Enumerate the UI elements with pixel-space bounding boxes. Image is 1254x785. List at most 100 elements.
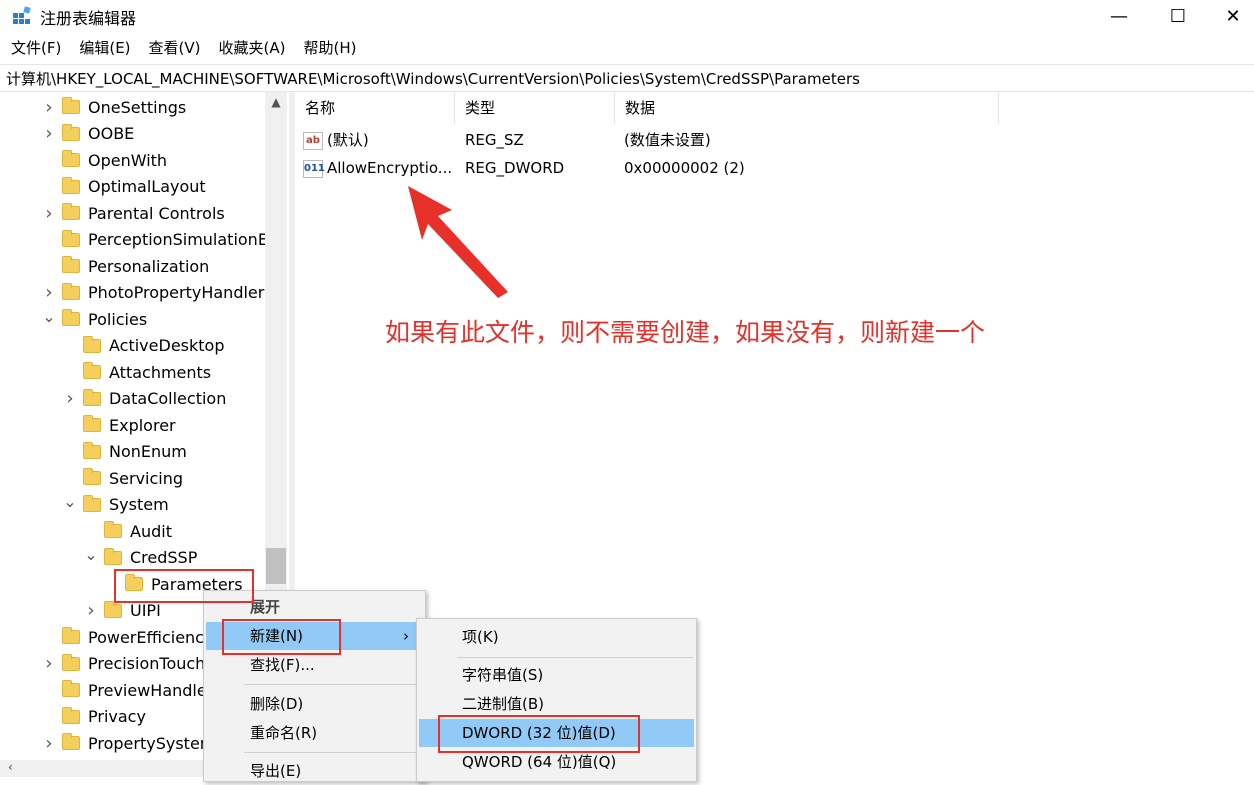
tree-item-policies[interactable]: ⌄ Policies	[42, 306, 147, 332]
menu-item-binary-value[interactable]: 二进制值(B)	[417, 690, 696, 718]
tree-item-perceptionsimulationex[interactable]: PerceptionSimulationEx	[42, 227, 277, 253]
tree-item-powerefficiency[interactable]: PowerEfficiency	[42, 624, 213, 650]
tree-item-audit[interactable]: Audit	[84, 518, 172, 544]
chevron-down-icon[interactable]: ⌄	[42, 307, 56, 326]
tree-item-previewhandler[interactable]: PreviewHandler	[42, 677, 213, 703]
value-type: REG_SZ	[465, 131, 524, 149]
chevron-right-icon[interactable]: ›	[42, 123, 56, 144]
chevron-right-icon[interactable]: ›	[84, 600, 98, 621]
menu-item-rename[interactable]: 重命名(R)	[204, 719, 425, 747]
menu-bar: 文件(F) 编辑(E) 查看(V) 收藏夹(A) 帮助(H)	[0, 36, 1254, 60]
tree-item-label: OpenWith	[88, 150, 168, 170]
tree-item-servicing[interactable]: Servicing	[63, 465, 183, 491]
tree-item-credssp[interactable]: ⌄ CredSSP	[84, 545, 197, 571]
menu-item-export[interactable]: 导出(E)	[204, 757, 425, 785]
folder-icon	[83, 441, 101, 459]
tree-item-label: Audit	[130, 521, 172, 541]
tree-item-openwith[interactable]: OpenWith	[42, 147, 167, 173]
chevron-right-icon[interactable]: ›	[42, 653, 56, 674]
folder-icon	[62, 203, 80, 220]
chevron-down-icon[interactable]: ⌄	[63, 492, 77, 511]
tree-item-label: PowerEfficiency	[88, 627, 214, 647]
folder-icon	[62, 733, 80, 750]
tree-item-label: PreviewHandler	[88, 680, 214, 700]
chevron-right-icon[interactable]: ›	[63, 388, 77, 409]
address-bar[interactable]: 计算机\HKEY_LOCAL_MACHINE\SOFTWARE\Microsof…	[0, 64, 1254, 92]
new-submenu: 项(K) 字符串值(S) 二进制值(B) DWORD (32 位)值(D) QW…	[416, 618, 697, 782]
tree-item-nonenum[interactable]: NonEnum	[63, 439, 187, 465]
menu-help[interactable]: 帮助(H)	[294, 36, 365, 60]
close-button[interactable]: ✕	[1210, 0, 1254, 32]
tree-item-datacollection[interactable]: › DataCollection	[63, 386, 226, 412]
folder-icon	[104, 600, 122, 618]
scroll-up-arrow-icon[interactable]: ▲	[266, 95, 286, 113]
highlight-box-parameters	[114, 569, 254, 603]
tree-item-label: Explorer	[109, 415, 176, 435]
folder-icon	[83, 388, 101, 406]
title-bar: 注册表编辑器 — ☐ ✕	[0, 0, 1254, 32]
tree-item-system[interactable]: ⌄ System	[63, 492, 168, 518]
tree-item-label: Personalization	[88, 256, 210, 276]
chevron-down-icon[interactable]: ⌄	[84, 545, 98, 564]
tree-item-photopropertyhandler[interactable]: › PhotoPropertyHandler	[42, 280, 264, 306]
chevron-right-icon[interactable]: ›	[42, 733, 56, 754]
scroll-left-arrow-icon[interactable]: ‹	[8, 760, 13, 774]
tree-item-label: PerceptionSimulationEx	[88, 230, 278, 249]
tree-item-label: OOBE	[88, 124, 135, 143]
chevron-right-icon[interactable]: ›	[42, 203, 56, 224]
menu-edit[interactable]: 编辑(E)	[70, 36, 139, 60]
tree-item-parental-controls[interactable]: › Parental Controls	[42, 200, 224, 226]
folder-icon	[62, 653, 80, 671]
folder-icon	[104, 521, 122, 538]
tree-item-label: OneSettings	[88, 97, 187, 117]
tree-item-privacy[interactable]: Privacy	[42, 704, 146, 730]
menu-view[interactable]: 查看(V)	[140, 36, 210, 60]
folder-icon	[83, 468, 101, 485]
menu-item-delete[interactable]: 删除(D)	[204, 690, 425, 718]
column-header-name[interactable]: 名称	[295, 92, 455, 124]
folder-icon	[83, 362, 101, 379]
folder-icon	[62, 680, 80, 697]
value-name: AllowEncryptio...	[327, 159, 453, 177]
red-arrow-annotation	[408, 186, 508, 298]
menu-file[interactable]: 文件(F)	[0, 36, 70, 60]
value-type: REG_DWORD	[465, 159, 565, 177]
menu-item-key[interactable]: 项(K)	[417, 623, 696, 651]
maximize-button[interactable]: ☐	[1155, 0, 1201, 32]
chevron-right-icon[interactable]: ›	[42, 97, 56, 118]
annotation-text: 如果有此文件，则不需要创建，如果没有，则新建一个	[385, 318, 986, 347]
tree-item-explorer[interactable]: Explorer	[63, 412, 176, 438]
menu-item-string-value[interactable]: 字符串值(S)	[417, 661, 696, 689]
tree-scroll-thumb[interactable]	[266, 548, 286, 584]
tree-item-personalization[interactable]: Personalization	[42, 253, 209, 279]
highlight-box-dword	[438, 715, 640, 753]
menu-item-find[interactable]: 查找(F)...	[204, 651, 425, 679]
value-row-default[interactable]: ab (默认) REG_SZ (数值未设置)	[303, 126, 1003, 154]
folder-icon	[104, 547, 122, 565]
folder-icon	[62, 97, 80, 114]
tree-item-label: Privacy	[88, 707, 146, 726]
value-row-allowencryption[interactable]: 011 AllowEncryptio... REG_DWORD 0x0000000…	[303, 154, 1003, 182]
menu-favorites[interactable]: 收藏夹(A)	[210, 36, 295, 60]
column-header-type[interactable]: 类型	[455, 92, 615, 124]
tree-item-oobe[interactable]: › OOBE	[42, 121, 134, 147]
folder-icon	[62, 229, 80, 247]
tree-item-label: NonEnum	[109, 442, 187, 461]
tree-item-label: DataCollection	[109, 389, 227, 408]
tree-item-activedesktop[interactable]: ActiveDesktop	[63, 333, 224, 359]
tree-item-optimallayout[interactable]: OptimalLayout	[42, 174, 206, 200]
minimize-button[interactable]: —	[1096, 0, 1142, 32]
value-name: (默认)	[327, 131, 369, 149]
tree-item-onesettings[interactable]: › OneSettings	[42, 94, 186, 120]
column-header-data[interactable]: 数据	[615, 92, 999, 124]
tree-item-precisiontouchi[interactable]: › PrecisionTouchI	[42, 651, 210, 677]
chevron-right-icon[interactable]: ›	[42, 282, 56, 303]
tree-item-attachments[interactable]: Attachments	[63, 359, 211, 385]
tree-item-propertysystem[interactable]: › PropertySystem	[42, 730, 215, 756]
